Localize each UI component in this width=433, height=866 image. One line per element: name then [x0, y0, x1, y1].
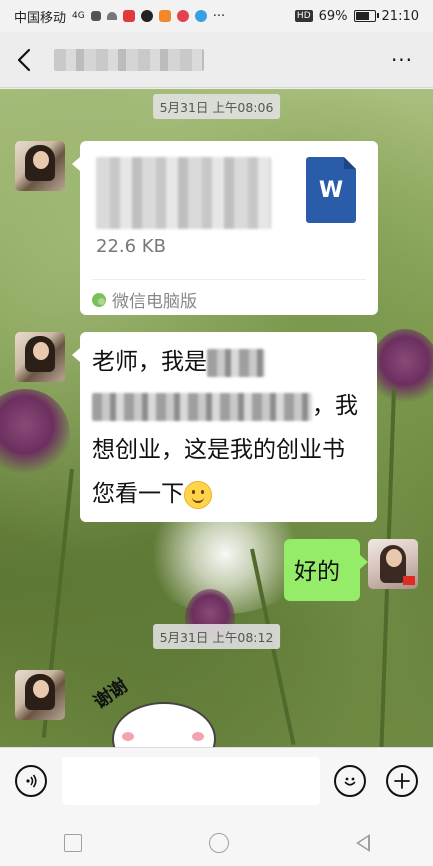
- word-icon-letter: W: [318, 177, 344, 203]
- file-name-redacted: [96, 157, 271, 229]
- word-document-icon: W: [306, 157, 356, 223]
- file-source: 微信电脑版: [92, 287, 197, 312]
- chat-title-redacted: [54, 48, 204, 71]
- app-notification-icon: [122, 10, 135, 22]
- emoji-button[interactable]: [334, 765, 366, 797]
- timestamp: 5月31日 上午08:12: [152, 624, 281, 649]
- browser-icon: [194, 10, 207, 22]
- contact-avatar[interactable]: [15, 670, 65, 720]
- message-text-part-1: 老师，我是: [92, 349, 207, 375]
- system-navigation-bar: [0, 819, 433, 866]
- sticker-cheek: [192, 732, 204, 741]
- carrier-label: 中国移动: [14, 10, 67, 26]
- wechat-pc-icon: [92, 292, 106, 307]
- add-more-button[interactable]: [386, 765, 418, 797]
- plus-icon: [394, 773, 410, 789]
- emoji-icon: [344, 777, 356, 786]
- wifi-icon: [106, 12, 117, 20]
- status-bar: 中国移动 4G ··· HD 69% 21:10: [0, 0, 433, 32]
- contact-avatar[interactable]: [15, 141, 65, 191]
- sticker-cheek: [122, 732, 134, 741]
- message-text: 老师，我是，我想创业，这是我的创业书您看一下: [92, 340, 367, 516]
- thank-you-sticker[interactable]: 谢谢: [90, 675, 225, 776]
- chevron-left-icon: [17, 48, 31, 71]
- thistle-flower-decoration: [0, 389, 70, 479]
- smile-emoji-icon: [184, 480, 212, 509]
- game-app-icon: [176, 10, 189, 22]
- status-left: 中国移动 4G ···: [14, 7, 225, 26]
- my-avatar[interactable]: [368, 539, 418, 589]
- my-message-text: 好的: [294, 559, 340, 585]
- home-icon[interactable]: [208, 832, 229, 853]
- thistle-flower-decoration: [370, 329, 433, 409]
- file-message-card[interactable]: 22.6 KB W 微信电脑版: [72, 141, 378, 315]
- file-source-label: 微信电脑版: [112, 292, 197, 312]
- more-icon: ···: [390, 48, 414, 72]
- system-back-icon[interactable]: [355, 833, 370, 852]
- back-button[interactable]: [0, 32, 48, 88]
- network-indicator: 4G: [72, 11, 85, 21]
- recent-apps-icon[interactable]: [63, 833, 82, 852]
- chat-header: ···: [0, 32, 433, 88]
- my-message-bubble[interactable]: 好的: [284, 539, 368, 601]
- input-bar: [0, 747, 433, 819]
- text-message-bubble[interactable]: 老师，我是，我想创业，这是我的创业书您看一下: [72, 332, 377, 522]
- qq-icon: [140, 10, 153, 22]
- status-right: HD 69% 21:10: [294, 8, 419, 24]
- battery-icon: [353, 10, 379, 22]
- more-notifications-icon: ···: [212, 8, 226, 24]
- file-size: 22.6 KB: [96, 236, 166, 257]
- timestamp: 5月31日 上午08:06: [152, 94, 281, 119]
- voice-button[interactable]: [15, 765, 47, 797]
- redacted-name: [92, 392, 312, 421]
- redacted-name: [207, 348, 265, 377]
- voice-icon: [26, 774, 37, 788]
- hd-badge: HD: [294, 10, 313, 22]
- message-input[interactable]: [62, 757, 320, 805]
- video-app-icon: [158, 10, 171, 22]
- flag-icon: [403, 576, 415, 585]
- contact-avatar[interactable]: [15, 332, 65, 382]
- more-options-button[interactable]: ···: [387, 46, 417, 74]
- clock: 21:10: [381, 8, 419, 24]
- battery-percent: 69%: [318, 8, 348, 24]
- signal-icon: [90, 11, 101, 21]
- card-divider: [92, 279, 366, 280]
